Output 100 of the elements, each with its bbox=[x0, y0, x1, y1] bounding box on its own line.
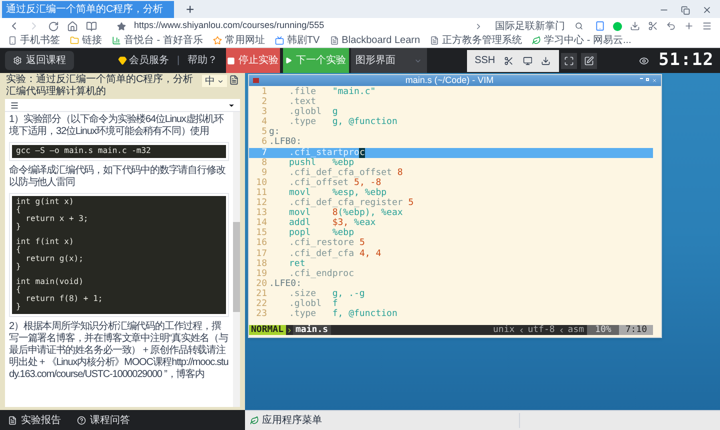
line-number: 23 bbox=[255, 309, 267, 320]
ssh-button[interactable]: SSH bbox=[474, 53, 496, 68]
download-icon[interactable] bbox=[541, 56, 551, 66]
instruction-text: 1）实验部分（以下命令为实验楼64位Linux虚拟机环境下适用，32位Linux环境可能会稍有不同）使用 bbox=[9, 114, 225, 138]
menu-icon[interactable] bbox=[10, 100, 19, 110]
line-number: 7 bbox=[260, 148, 267, 158]
tv-icon bbox=[274, 36, 284, 45]
code-line: 21 .size g, .-g bbox=[249, 288, 653, 299]
code-line: 4 .type g, @function bbox=[249, 117, 653, 128]
stop-icon bbox=[226, 56, 235, 64]
code-line: 17 .cfi_def_cfa 4, 4 bbox=[249, 248, 653, 259]
footer-link[interactable]: 课程问答 bbox=[77, 412, 130, 428]
help-icon bbox=[77, 416, 86, 424]
code-line: 10 .cfi_offset 5, -8 bbox=[249, 178, 653, 188]
code-line: 19 .cfi_endproc bbox=[249, 268, 653, 279]
bookmark-link[interactable]: 手机书签 bbox=[8, 34, 60, 46]
status-label: utf-8 bbox=[528, 325, 555, 335]
code-line: 12 .cfi_def_cfa_register 5 bbox=[249, 198, 653, 208]
code-line: return f(8) + 1; bbox=[24, 294, 103, 303]
close-icon[interactable] bbox=[702, 5, 712, 15]
code-line: 3 .globl g bbox=[249, 107, 653, 118]
app-menu-button[interactable]: 应用程序菜单 bbox=[250, 413, 520, 428]
code-line: 14 addl $3, %eax bbox=[249, 218, 653, 228]
page-icon bbox=[330, 36, 339, 45]
undo-icon[interactable] bbox=[666, 21, 676, 31]
star-icon[interactable] bbox=[117, 22, 126, 30]
screen-icon[interactable] bbox=[522, 56, 532, 66]
language-select[interactable]: 中 bbox=[202, 75, 227, 87]
line-number: 13 bbox=[255, 208, 267, 218]
line-number: 8 bbox=[260, 158, 267, 168]
line-number: 17 bbox=[255, 248, 267, 259]
bookmark-link[interactable]: 音悦台 - 首好音乐 bbox=[112, 34, 203, 46]
search-icon[interactable] bbox=[575, 22, 583, 30]
tablet-icon[interactable] bbox=[595, 21, 605, 31]
code-line: 2 .text bbox=[249, 97, 653, 108]
code-line: return x + 3; bbox=[24, 214, 88, 223]
eye-icon[interactable] bbox=[638, 56, 649, 66]
bookmark-link[interactable]: 韩剧TV bbox=[274, 34, 320, 46]
code-line: } bbox=[16, 303, 21, 312]
status-label: asm bbox=[568, 325, 584, 335]
code-line: } bbox=[16, 223, 21, 232]
scissors-icon[interactable] bbox=[504, 56, 514, 66]
gem-icon bbox=[118, 56, 127, 65]
line-number: 2 bbox=[260, 97, 267, 108]
chart-icon bbox=[112, 36, 121, 45]
download-icon[interactable] bbox=[630, 21, 640, 31]
separator-icon bbox=[286, 326, 293, 334]
bookmark-link[interactable]: Blackboard Learn bbox=[330, 34, 420, 46]
leaf-icon bbox=[250, 416, 259, 425]
bookmark-link[interactable]: 学习中心 - 网易云... bbox=[532, 34, 632, 46]
restore-icon[interactable] bbox=[681, 6, 690, 14]
footer-link[interactable]: 实验报告 bbox=[8, 412, 61, 428]
reader-icon[interactable] bbox=[86, 20, 97, 32]
code-line: 15 popl %ebp bbox=[249, 228, 653, 238]
fullscreen-icon bbox=[564, 56, 574, 66]
maximize-icon[interactable] bbox=[646, 78, 649, 81]
code-line: return g(x); bbox=[24, 254, 84, 263]
line-number: 16 bbox=[255, 238, 267, 248]
status-label: unix bbox=[493, 325, 515, 335]
address-field[interactable]: https://www.shiyanlou.com/courses/running/555 bbox=[134, 19, 324, 33]
line-number: 6 bbox=[260, 137, 267, 148]
code-line: 23 .type f, @function bbox=[249, 309, 653, 320]
scrollbar[interactable] bbox=[233, 112, 240, 407]
reload-icon[interactable] bbox=[48, 20, 59, 32]
instruction-text: 2）根据本周所学知识分析汇编代码的工作过程，撰写一篇署名博客，并在博客文章中注明“真实姓名（与最后申请证书的姓名务必一致） + 原创作品转载请注明出处 + 《Linux内核分析》MOOC课程http://mooc.study.163.com/course/USTC-1000029000 ”，博客内 bbox=[9, 320, 229, 380]
view-select[interactable]: 图形界面 bbox=[350, 48, 427, 73]
line-number: 1 bbox=[260, 87, 267, 97]
caret-icon[interactable] bbox=[228, 102, 235, 108]
line-number: 19 bbox=[255, 268, 267, 279]
bookmark-link[interactable]: 链接 bbox=[70, 34, 102, 46]
home-icon[interactable] bbox=[67, 20, 78, 32]
document-icon[interactable] bbox=[229, 75, 239, 85]
help-link[interactable]: 帮助？ bbox=[188, 53, 218, 68]
scissors-icon[interactable] bbox=[648, 21, 658, 31]
plus-icon[interactable] bbox=[684, 21, 694, 31]
line-number: 20 bbox=[255, 278, 267, 289]
code-line: 22 .globl f bbox=[249, 298, 653, 310]
back-to-course-button[interactable]: 返回课程 bbox=[5, 51, 74, 70]
mode-indicator: NORMAL bbox=[249, 325, 286, 335]
star-icon bbox=[212, 36, 222, 45]
code-line: 1 .file "main.c" bbox=[249, 87, 653, 98]
edit-button[interactable] bbox=[580, 52, 597, 68]
new-tab-button[interactable]: + bbox=[186, 1, 194, 18]
page-icon bbox=[430, 36, 440, 45]
line-number: 3 bbox=[260, 107, 267, 118]
code-line: 13 movl 8(%ebp), %eax bbox=[249, 208, 653, 218]
fullscreen-button[interactable] bbox=[560, 52, 577, 68]
line-number: 5 bbox=[260, 127, 267, 138]
line-number: 9 bbox=[260, 168, 267, 178]
code-line: 8 pushl %ebp bbox=[249, 158, 653, 168]
folder-icon bbox=[70, 36, 79, 45]
stop-lab-button[interactable]: 停止实验 bbox=[226, 48, 280, 73]
search-field[interactable]: 国际足联新掌门 bbox=[491, 20, 587, 32]
member-link[interactable]: 会员服务 bbox=[118, 53, 169, 68]
edit-icon bbox=[584, 56, 594, 66]
bookmark-link[interactable]: 常用网址 bbox=[212, 34, 265, 46]
caret-icon bbox=[217, 78, 224, 84]
code-line: 18 ret bbox=[249, 258, 653, 269]
bookmark-link[interactable]: 正方教务管理系统 bbox=[430, 34, 522, 46]
play-icon bbox=[285, 57, 292, 64]
